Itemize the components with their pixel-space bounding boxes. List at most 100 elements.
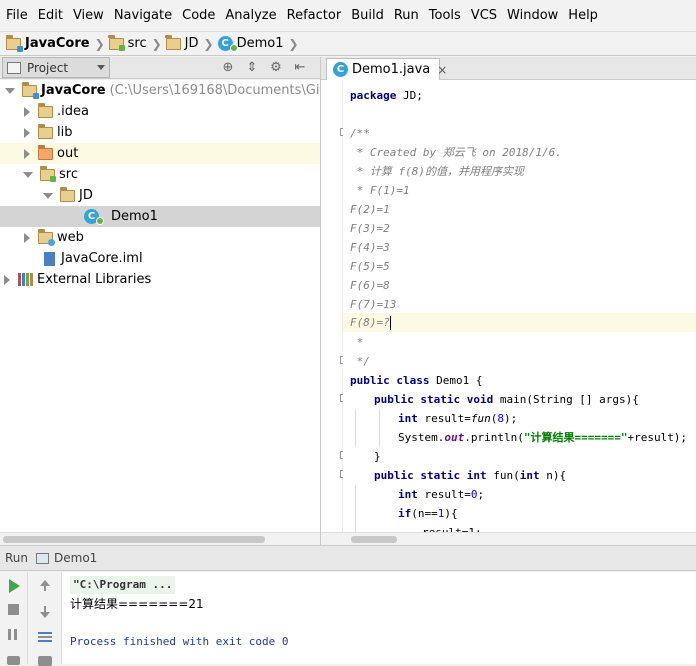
run-toolbar-primary	[0, 572, 28, 665]
soft-wrap-icon[interactable]	[38, 632, 52, 642]
code-editor[interactable]: package JD; /** * Created by 郑云飞 on 2018…	[343, 80, 696, 532]
breadcrumb-javacore[interactable]: JavaCore ❯	[5, 34, 109, 52]
expand-arrow-icon[interactable]	[23, 171, 33, 178]
library-icon	[18, 273, 33, 286]
tab-label: Demo1.java	[352, 62, 431, 77]
module-folder-icon	[5, 34, 23, 52]
arrow-down-icon[interactable]	[40, 606, 50, 618]
java-class-icon: C	[333, 62, 348, 77]
tree-item-javacore[interactable]: JavaCore (C:\Users\169168\Documents\GitH…	[0, 80, 320, 101]
run-panel-header: Run Demo1	[0, 545, 696, 571]
console-command-line[interactable]: "C:\Program ...	[70, 576, 176, 594]
menu-refactor[interactable]: Refactor	[282, 0, 347, 31]
expand-arrow-icon[interactable]	[5, 87, 15, 94]
code-line: int result=fun(8);	[398, 412, 518, 425]
tree-item-label: JD	[79, 188, 93, 203]
run-config-tab[interactable]: Demo1	[54, 551, 97, 565]
project-view-selector[interactable]: Project	[2, 57, 110, 78]
code-line: if(n==1){	[398, 507, 458, 520]
code-line: /**	[350, 127, 370, 140]
editor-gutter[interactable]	[321, 80, 343, 532]
source-folder-icon	[39, 165, 56, 182]
menu-help[interactable]: Help	[563, 0, 603, 31]
expand-arrow-icon[interactable]	[43, 192, 53, 199]
code-line: }	[374, 450, 381, 463]
code-line: int result=0;	[398, 488, 485, 501]
module-folder-icon	[21, 81, 39, 99]
menu-code[interactable]: Code	[177, 0, 220, 31]
menu-view[interactable]: View	[68, 0, 109, 31]
code-line: *	[350, 336, 364, 349]
text-caret	[389, 316, 391, 330]
tree-item-external-libraries[interactable]: External Libraries	[0, 269, 320, 290]
project-panel-header: Project ⊕ ⇕ ⚙ ⇤	[0, 57, 320, 79]
menu-bar: File Edit View Navigate Code Analyze Ref…	[0, 0, 696, 31]
menu-file[interactable]: File	[1, 0, 33, 31]
tree-item-javacore-iml[interactable]: JavaCore.iml	[0, 248, 320, 269]
indent-guide	[355, 485, 356, 532]
collapse-arrow-icon[interactable]	[24, 127, 30, 138]
tab-demo1-java[interactable]: C Demo1.java ×	[326, 58, 447, 80]
menu-window[interactable]: Window	[502, 0, 563, 31]
console-exit-line: Process finished with exit code 0	[70, 635, 289, 648]
menu-edit[interactable]: Edit	[33, 0, 68, 31]
menu-navigate[interactable]: Navigate	[109, 0, 177, 31]
tree-item-label: web	[57, 230, 84, 245]
menu-tools[interactable]: Tools	[424, 0, 466, 31]
menu-build[interactable]: Build	[346, 0, 389, 31]
pause-icon[interactable]	[8, 629, 11, 640]
chevron-right-icon: ❯	[203, 36, 214, 51]
project-horizontal-scrollbar[interactable]	[0, 532, 320, 545]
collapse-all-icon[interactable]: ⇕	[244, 60, 260, 75]
code-line: public static int fun(int n){	[374, 469, 567, 482]
breadcrumb-jd[interactable]: JD ❯	[165, 34, 218, 51]
run-panel-title[interactable]: Run	[5, 551, 28, 565]
stop-icon[interactable]	[8, 604, 19, 615]
tree-item-lib[interactable]: lib	[0, 122, 320, 143]
excluded-folder-icon	[37, 144, 53, 160]
code-line: public static void main(String [] args){	[374, 393, 639, 406]
arrow-up-icon[interactable]	[40, 580, 50, 591]
tree-item-out[interactable]: out	[0, 143, 320, 164]
tree-item-label: JavaCore.iml	[61, 251, 143, 266]
tree-item-demo1[interactable]: C Demo1	[0, 206, 320, 227]
tree-item-src[interactable]: src	[0, 164, 320, 185]
tree-item-web[interactable]: web	[0, 227, 320, 248]
run-console[interactable]: "C:\Program ... 计算结果=======21 Process fi…	[62, 572, 696, 664]
menu-vcs[interactable]: VCS	[466, 0, 502, 31]
code-line: * 计算 f(8)的值，并用程序实现	[350, 165, 524, 178]
editor-horizontal-scrollbar[interactable]	[321, 532, 696, 545]
breadcrumb: JavaCore ❯ src ❯ JD ❯ C Demo1 ❯	[0, 31, 696, 56]
project-tree: JavaCore (C:\Users\169168\Documents\GitH…	[0, 80, 320, 532]
scrollbar-thumb[interactable]	[3, 536, 265, 543]
print-icon[interactable]	[38, 656, 52, 666]
scrollbar-thumb[interactable]	[351, 536, 397, 543]
code-line: F(4)=3	[350, 241, 390, 254]
tree-item-idea[interactable]: .idea	[0, 101, 320, 122]
gear-icon[interactable]: ⚙	[268, 60, 284, 75]
code-line: * Created by 郑云飞 on 2018/1/6.	[350, 146, 562, 159]
source-folder-icon	[108, 34, 125, 51]
close-icon[interactable]: ×	[437, 63, 447, 77]
collapse-arrow-icon[interactable]	[24, 232, 30, 243]
collapse-arrow-icon[interactable]	[24, 106, 30, 117]
breadcrumb-demo1[interactable]: C Demo1 ❯	[217, 36, 303, 52]
editor-tab-bar: C Demo1.java ×	[321, 57, 696, 80]
package-folder-icon	[59, 186, 75, 202]
collapse-arrow-icon[interactable]	[24, 148, 30, 159]
rerun-icon[interactable]	[9, 579, 20, 593]
menu-run[interactable]: Run	[389, 0, 424, 31]
project-panel-tools: ⊕ ⇕ ⚙ ⇤	[220, 60, 308, 75]
tree-item-label: lib	[57, 125, 73, 140]
code-line: */	[350, 355, 370, 368]
breadcrumb-src[interactable]: src ❯	[108, 34, 166, 51]
chevron-right-icon: ❯	[94, 36, 105, 51]
scroll-from-source-icon[interactable]: ⊕	[220, 60, 236, 75]
collapse-arrow-icon[interactable]	[4, 274, 10, 285]
iml-file-icon	[44, 251, 55, 266]
tree-item-jd[interactable]: JD	[0, 185, 320, 206]
hide-panel-icon[interactable]: ⇤	[292, 60, 308, 75]
menu-analyze[interactable]: Analyze	[220, 0, 281, 31]
project-view-label: Project	[27, 60, 69, 75]
code-line: F(7)=13	[350, 298, 397, 311]
